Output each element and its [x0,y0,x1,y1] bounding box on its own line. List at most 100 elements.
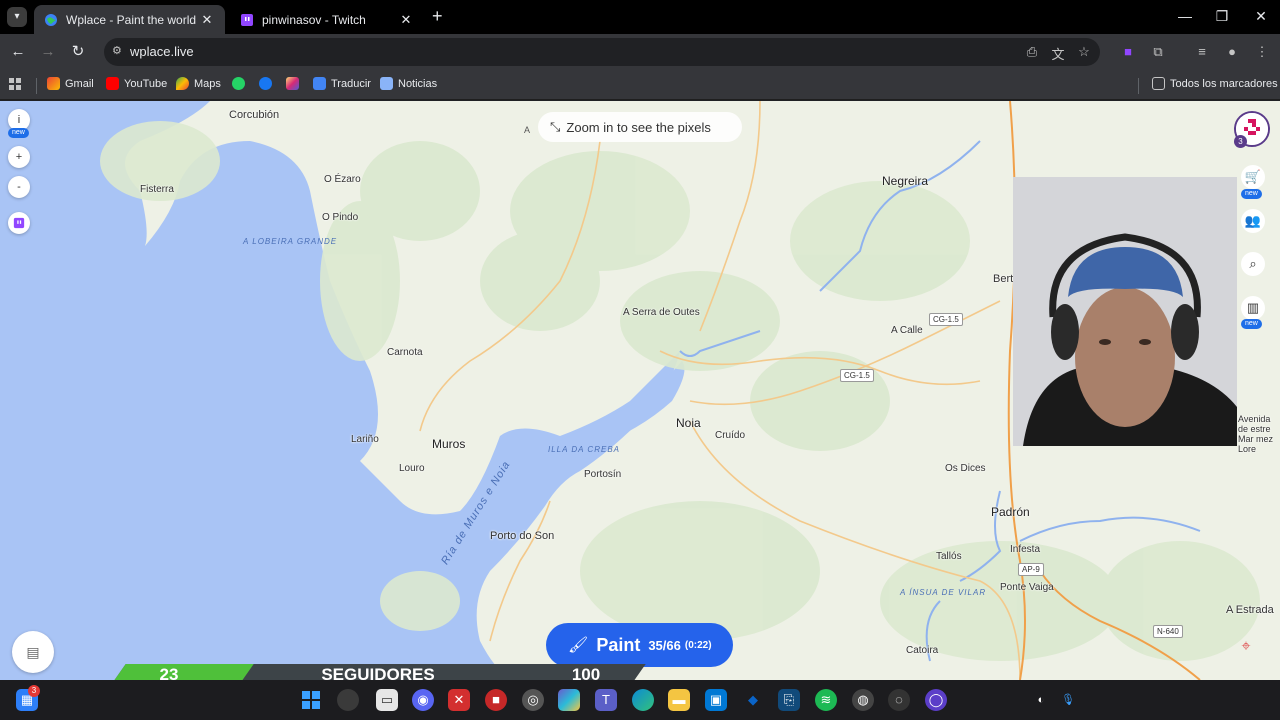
news-icon [380,77,393,90]
road-badge: AP-9 [1018,563,1044,576]
street-label: Avenida de estre Mar mez Lore [1238,414,1274,454]
bookmark-noticias[interactable]: Noticias [380,77,437,90]
bookmark-label: Maps [194,77,221,90]
paint-button[interactable]: 🖌 Paint 35/66 (0:22) [546,623,733,667]
sea-label: A ÍNSUA DE VILAR [900,588,985,598]
bookmark-label: YouTube [124,77,168,90]
map-icon: ▤ [26,644,40,660]
new-tab-button[interactable]: + [432,7,443,25]
twitch-icon [240,13,254,27]
app-icon[interactable]: ⎘ [778,689,800,711]
webcam-overlay [1013,177,1237,446]
close-icon[interactable]: ✕ [398,12,414,28]
window-close-button[interactable]: ✕ [1251,8,1271,25]
bookmark-maps[interactable]: Maps [176,77,221,90]
store-button[interactable]: 🛒 [1241,165,1265,189]
star-icon[interactable]: ☆ [1076,44,1092,60]
place-label: A Estrada [1226,604,1274,616]
place-label: Louro [399,463,425,474]
place-label: O Pindo [322,212,359,223]
bookmark-traducir[interactable]: Traducir [313,77,371,90]
road-badge: N-640 [1153,625,1183,638]
info-icon: i [17,114,21,126]
bookmarks-bar: Gmail YouTube Maps Traducir Noticias Tod… [0,70,1280,100]
bookmark-gmail[interactable]: Gmail [47,77,94,90]
globe-icon [44,13,58,27]
reload-button[interactable]: ↻ [68,42,88,62]
alliance-button[interactable]: 👥 [1241,209,1265,233]
zoom-in-button[interactable]: + [8,146,30,168]
file-explorer-icon[interactable]: ▬ [668,689,690,711]
install-icon[interactable]: ⎙ [1024,44,1040,60]
twitch-icon [13,217,25,229]
all-bookmarks-label: Todos los marcadores [1170,77,1278,90]
xsplit-icon[interactable]: ✕ [448,689,470,711]
app-icon[interactable]: ■ [485,689,507,711]
task-view-icon[interactable]: ▭ [376,689,398,711]
tab-strip: ▾ Wplace - Paint the world ✕ pinwinasov … [0,0,1280,34]
cart-icon: 🛒 [1244,169,1262,184]
app-icon[interactable]: ◯ [925,689,947,711]
address-bar[interactable]: ⚙ wplace.live ⎙ 文 ☆ [104,38,1100,66]
tab-wplace[interactable]: Wplace - Paint the world ✕ [34,5,225,34]
tray-icon[interactable]: ◐ [1030,689,1052,711]
group-icon: 👥 [1244,213,1262,228]
url-text: wplace.live [130,44,194,59]
media-control-icon[interactable]: ≡ [1194,44,1210,60]
close-icon[interactable]: ✕ [199,12,215,28]
place-label: A Calle [891,325,923,336]
minus-icon: - [17,181,21,193]
youtube-icon [106,77,119,90]
chrome-icon[interactable]: ◍ [852,689,874,711]
search-button[interactable]: ⌕ [1241,252,1265,276]
discord-icon[interactable]: ◉ [412,689,434,711]
maximize-button[interactable]: ❐ [1212,8,1232,25]
forward-button[interactable]: → [38,42,58,62]
edge-icon[interactable] [632,689,654,711]
extension-twitch-icon[interactable]: ■ [1120,44,1136,60]
microphone-icon[interactable]: 🎙 [1057,689,1079,711]
zoom-hint-text: Zoom in to see the pixels [566,119,711,135]
bookmark-facebook[interactable] [259,77,277,90]
apps-icon[interactable] [8,77,22,91]
paint-label: Paint [596,634,641,655]
paint-timer: (0:22) [684,639,712,651]
extensions-icon[interactable]: ⧉ [1150,44,1166,60]
place-label: Carnota [387,347,423,358]
store-icon[interactable]: ▣ [705,689,727,711]
bookmark-whatsapp[interactable] [232,77,250,90]
leaderboard-button[interactable]: ▥ [1241,296,1265,320]
notification-badge: 3 [28,685,40,697]
obs-icon[interactable]: ◎ [522,689,544,711]
start-icon[interactable] [300,689,322,711]
maps-icon [176,77,189,90]
profile-avatar[interactable]: ● [1224,44,1240,60]
twitch-button[interactable] [8,212,30,234]
app-icon[interactable]: ◌ [888,689,910,711]
world-map[interactable]: A Corcubión Fisterra O Ézaro O Pindo Neg… [0,101,1280,680]
zoom-in-icon: ⤡ [550,119,561,134]
place-label: Muros [432,437,466,451]
spotify-icon[interactable]: ≋ [815,689,837,711]
tab-twitch[interactable]: pinwinasov - Twitch ✕ [230,5,424,34]
search-icon: ⌕ [1249,256,1257,271]
minimize-button[interactable]: — [1175,8,1195,24]
translate-icon[interactable]: 文 [1050,44,1066,62]
bookmark-youtube[interactable]: YouTube [106,77,167,90]
place-label: Negreira [882,174,929,188]
tab-search-button[interactable]: ▾ [7,7,27,27]
locate-button[interactable]: ⌖ [1234,635,1258,659]
zoom-out-button[interactable]: - [8,176,30,198]
all-bookmarks[interactable]: Todos los marcadores [1152,77,1278,90]
site-info-icon[interactable]: ⚙ [112,44,126,58]
place-label: Ponte Vaiga [1000,582,1054,593]
whatsapp-icon [232,77,245,90]
search-icon[interactable] [337,689,359,711]
new-badge: new [1241,189,1262,199]
dropbox-icon[interactable]: ◆ [742,689,764,711]
menu-icon[interactable]: ⋮ [1254,44,1270,60]
bookmark-instagram[interactable] [286,77,304,90]
teams-icon[interactable]: T [595,689,617,711]
copilot-icon[interactable] [558,689,580,711]
back-button[interactable]: ← [8,42,28,62]
